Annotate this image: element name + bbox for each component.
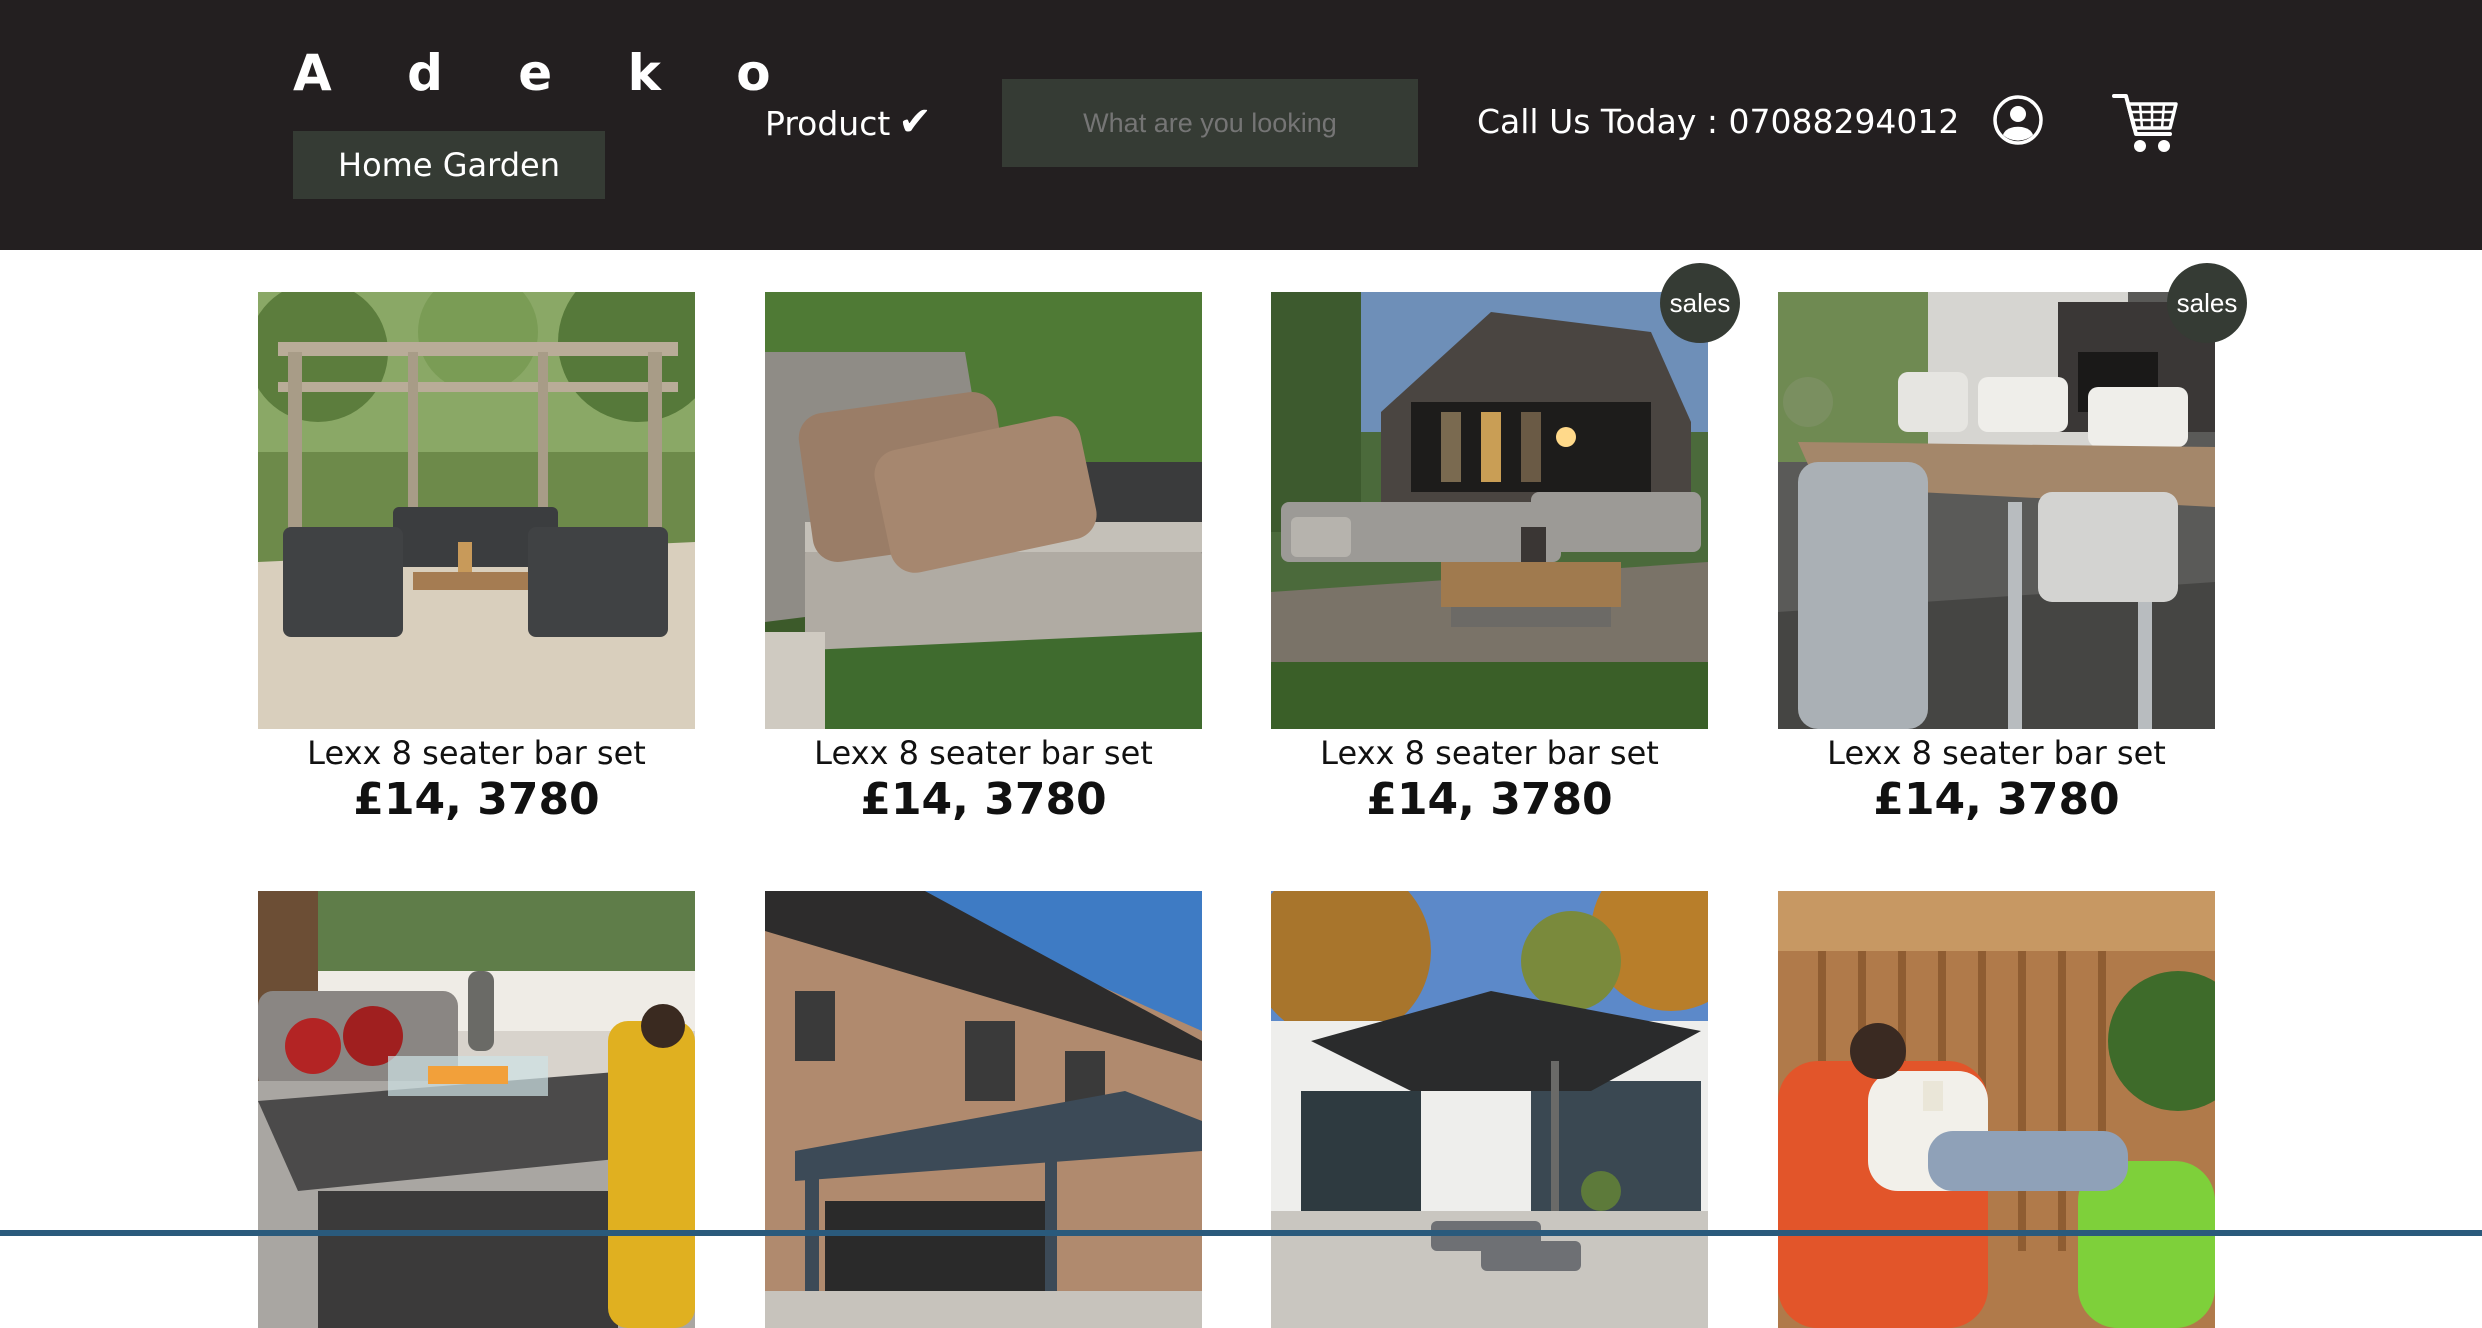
- product-title[interactable]: Lexx 8 seater bar set: [258, 734, 695, 772]
- product-image-bean-bag-chairs[interactable]: [1778, 891, 2215, 1328]
- product-menu-label: Product: [765, 104, 891, 143]
- viewport-bottom-edge: [0, 1230, 2482, 1236]
- site-header: A d e k o Home Garden Product✔ Call Us T…: [0, 0, 2482, 250]
- product-price: £14, 3780: [353, 774, 600, 825]
- call-us-phone[interactable]: Call Us Today : 07088294012: [1477, 96, 1959, 148]
- home-garden-button[interactable]: Home Garden: [293, 131, 605, 199]
- product-title[interactable]: Lexx 8 seater bar set: [1778, 734, 2215, 772]
- site-logo[interactable]: A d e k o: [293, 38, 800, 108]
- product-image-lounge-chair-cushions[interactable]: [765, 292, 1202, 729]
- product-price: £14, 3780: [1366, 774, 1613, 825]
- user-circle-icon[interactable]: [1992, 94, 2044, 146]
- product-image-dining-table-chairs[interactable]: [1778, 292, 2215, 729]
- sales-badge: sales: [1660, 263, 1740, 343]
- product-title[interactable]: Lexx 8 seater bar set: [765, 734, 1202, 772]
- shopping-cart-icon[interactable]: [2112, 86, 2180, 156]
- product-image-corner-sofa-coffee-table[interactable]: [1271, 292, 1708, 729]
- checkmark-icon: ✔: [898, 99, 932, 145]
- sales-badge: sales: [2167, 263, 2247, 343]
- product-image-fire-pit-table[interactable]: [258, 891, 695, 1328]
- product-price: £14, 3780: [860, 774, 1107, 825]
- search-input[interactable]: [1002, 79, 1418, 167]
- product-image-pergola-lounge-set[interactable]: [258, 292, 695, 729]
- product-price: £14, 3780: [1873, 774, 2120, 825]
- product-image-louvred-pergola[interactable]: [765, 891, 1202, 1328]
- product-image-cantilever-parasol[interactable]: [1271, 891, 1708, 1328]
- product-title[interactable]: Lexx 8 seater bar set: [1271, 734, 1708, 772]
- product-menu[interactable]: Product ✔: [765, 96, 932, 148]
